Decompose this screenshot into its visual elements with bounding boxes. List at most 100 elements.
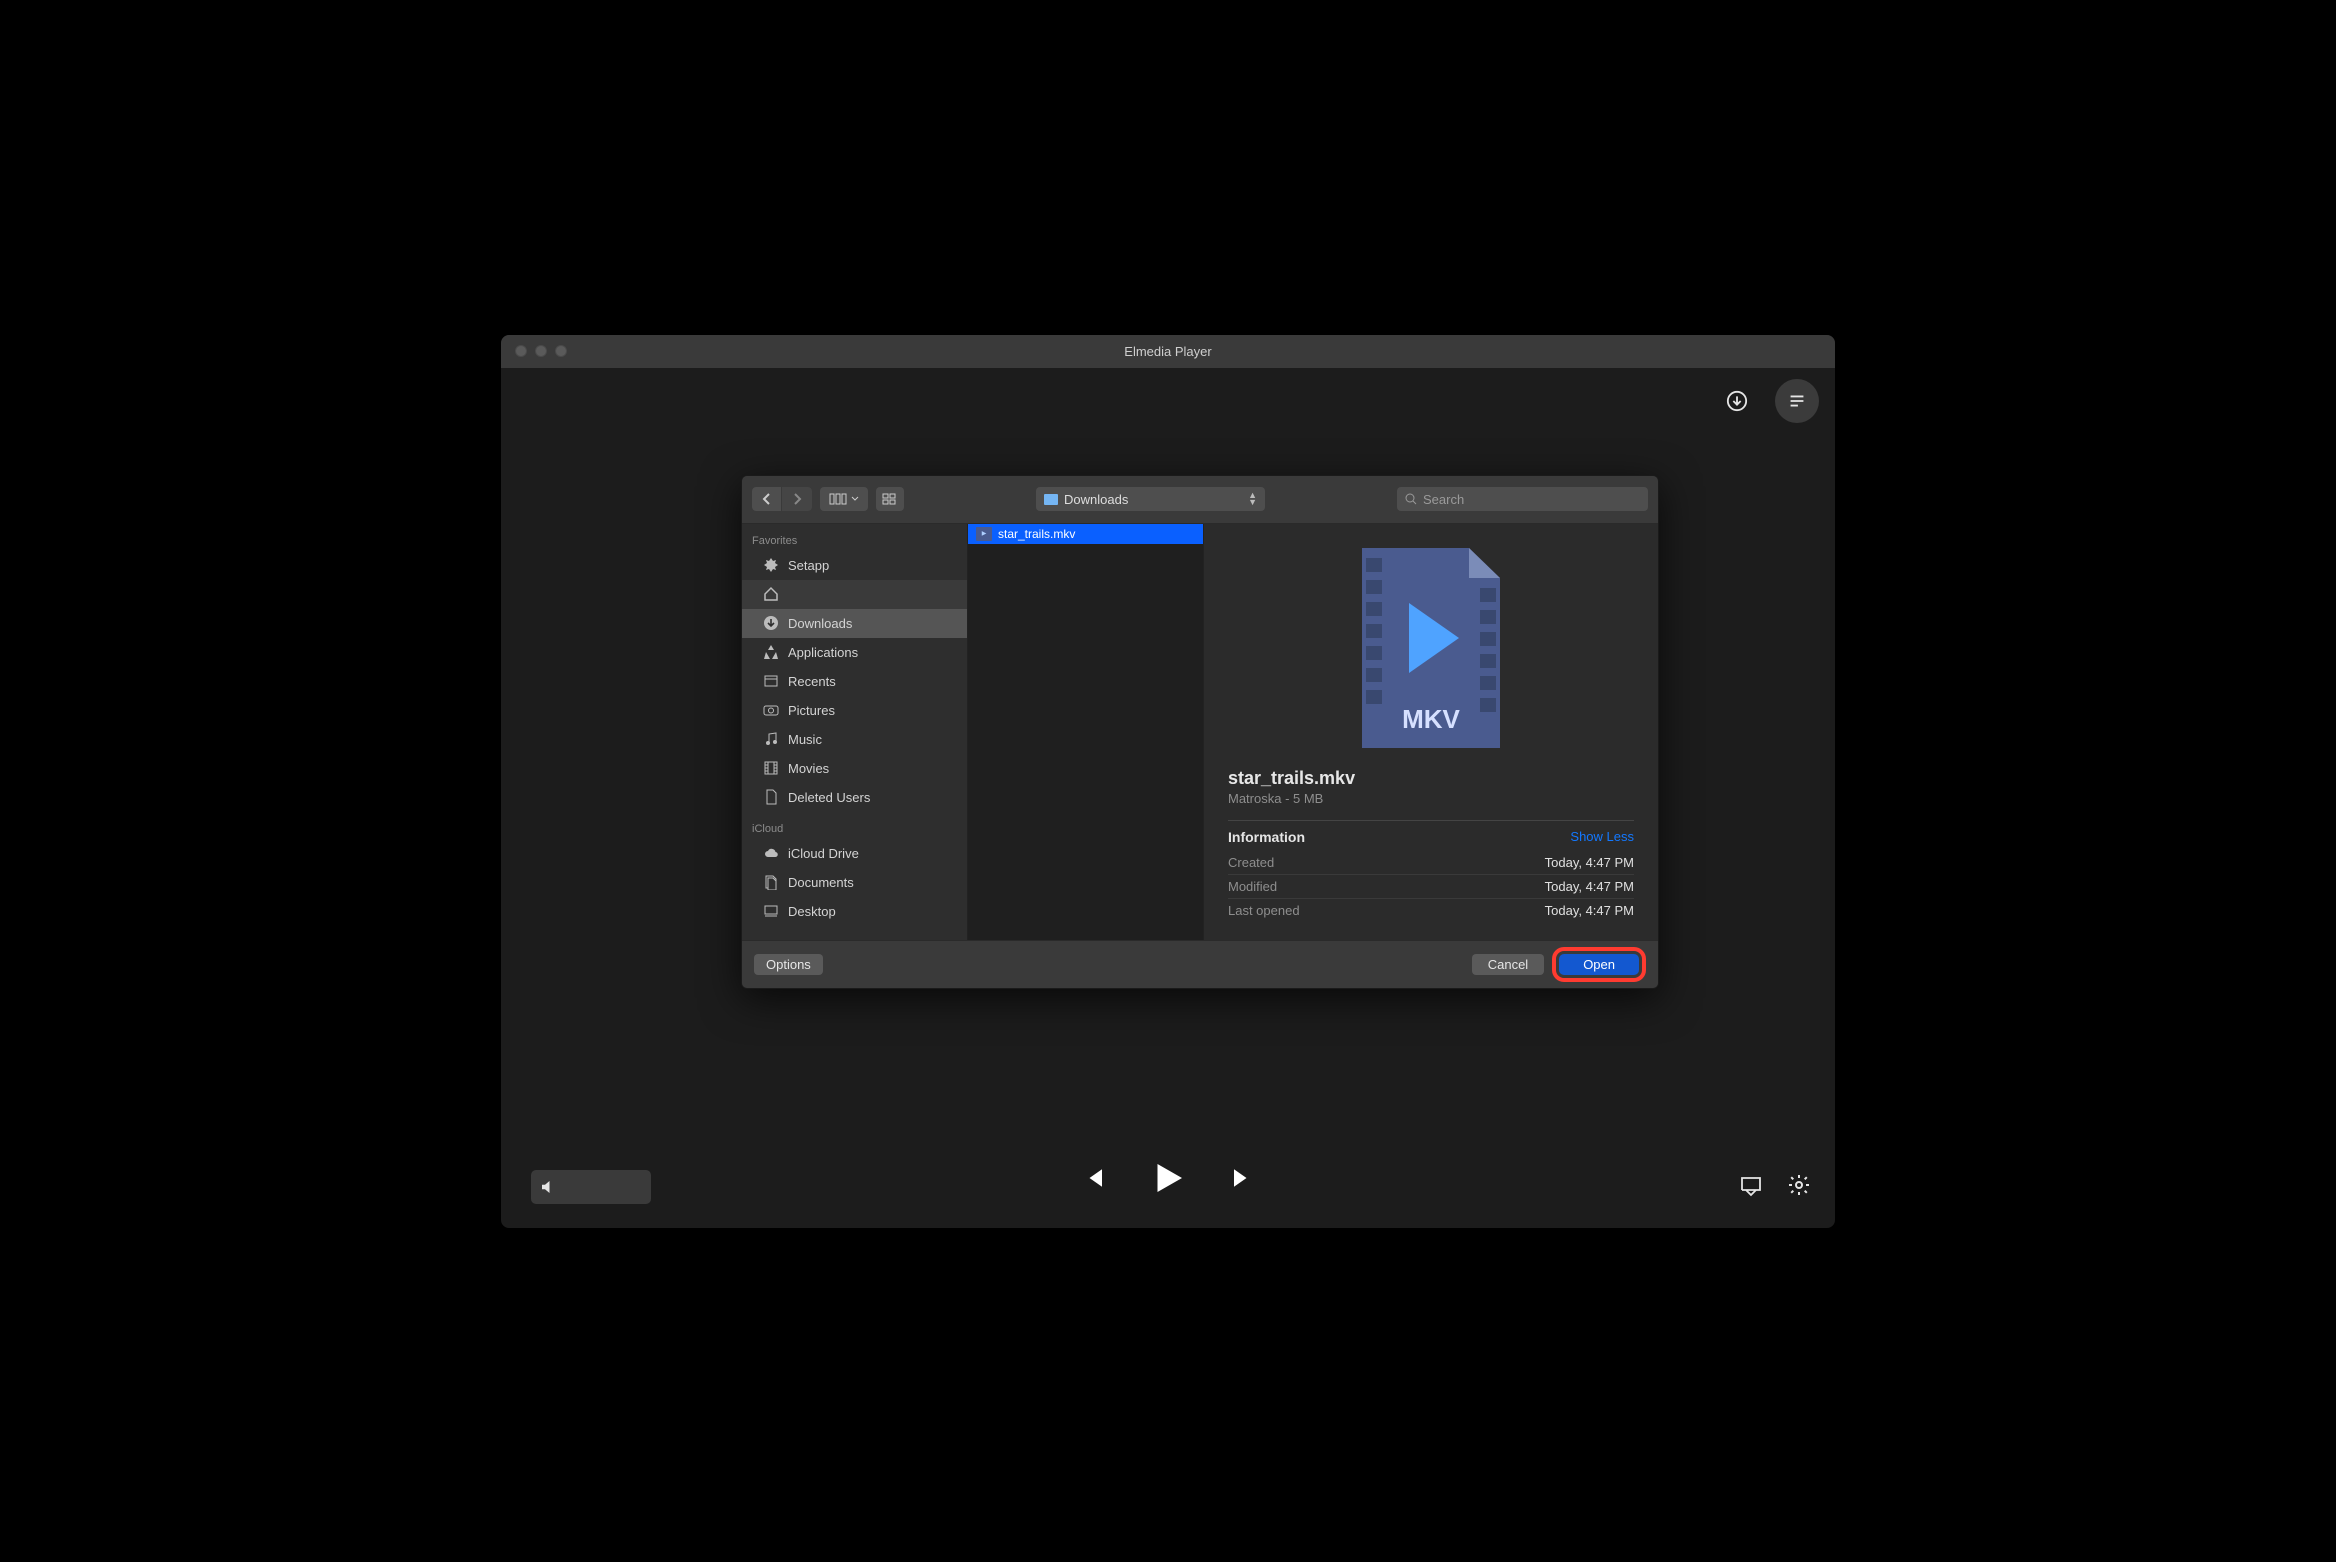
sidebar-item-label: Downloads — [788, 616, 852, 631]
info-row: Last opened Today, 4:47 PM — [1228, 898, 1634, 922]
window-title: Elmedia Player — [501, 344, 1835, 359]
settings-button[interactable] — [1787, 1173, 1811, 1202]
info-heading: Information — [1228, 829, 1305, 845]
chevron-left-icon — [762, 493, 772, 505]
apps-icon — [762, 644, 780, 660]
file-name: star_trails.mkv — [998, 527, 1075, 541]
search-placeholder: Search — [1423, 492, 1464, 507]
camera-icon — [762, 702, 780, 718]
app-window: Elmedia Player — [499, 333, 1837, 1230]
titlebar: Elmedia Player — [501, 335, 1835, 368]
info-value: Today, 4:47 PM — [1545, 903, 1634, 918]
sidebar-item-label: Deleted Users — [788, 790, 870, 805]
download-icon — [762, 615, 780, 631]
dialog-toolbar: Downloads ▲▼ Search — [742, 476, 1658, 524]
open-file-dialog: Downloads ▲▼ Search Favorites Setapp Downl… — [741, 475, 1659, 989]
gear-icon — [1787, 1173, 1811, 1197]
sidebar-item-label: Setapp — [788, 558, 829, 573]
airplay-icon — [1739, 1173, 1763, 1197]
sidebar-item-applications[interactable]: Applications — [742, 638, 967, 667]
bottom-right-controls — [1739, 1173, 1811, 1202]
preview-filename: star_trails.mkv — [1228, 768, 1634, 789]
home-icon — [762, 586, 780, 602]
info-value: Today, 4:47 PM — [1545, 855, 1634, 870]
open-button[interactable]: Open — [1559, 954, 1639, 975]
airplay-button[interactable] — [1739, 1173, 1763, 1202]
top-controls — [1715, 379, 1819, 423]
group-button[interactable] — [876, 487, 904, 511]
doc-icon — [762, 789, 780, 805]
nav-group — [752, 487, 812, 511]
sidebar-item-icloud-drive[interactable]: iCloud Drive — [742, 839, 967, 868]
playlist-icon — [1786, 390, 1808, 412]
preview-subtitle: Matroska - 5 MB — [1228, 791, 1634, 806]
sidebar-item-label: Applications — [788, 645, 858, 660]
open-button-highlight: Open — [1552, 947, 1646, 982]
updown-icon: ▲▼ — [1248, 492, 1257, 506]
search-icon — [1405, 493, 1417, 505]
sidebar-item-label: Pictures — [788, 703, 835, 718]
cloud-icon — [762, 845, 780, 861]
setapp-icon — [762, 557, 780, 573]
file-thumb-icon: ▶ — [976, 527, 992, 541]
sidebar-item-label: Desktop — [788, 904, 836, 919]
forward-button[interactable] — [782, 487, 812, 511]
sidebar-item-deleted-users[interactable]: Deleted Users — [742, 783, 967, 812]
file-column: ▶ star_trails.mkv — [968, 524, 1204, 940]
info-row: Modified Today, 4:47 PM — [1228, 874, 1634, 898]
options-button[interactable]: Options — [754, 954, 823, 975]
info-value: Today, 4:47 PM — [1545, 879, 1634, 894]
chevron-right-icon — [792, 493, 802, 505]
dialog-footer: Options Cancel Open — [742, 940, 1658, 988]
preview-icon-label: MKV — [1402, 704, 1460, 734]
dialog-sidebar: Favorites Setapp Downloads Applications Rece… — [742, 524, 968, 940]
search-field[interactable]: Search — [1397, 487, 1648, 511]
next-button[interactable] — [1229, 1163, 1259, 1198]
sidebar-item-label: Movies — [788, 761, 829, 776]
group-icon — [882, 493, 898, 505]
sidebar-item-setapp[interactable]: Setapp — [742, 551, 967, 580]
file-row[interactable]: ▶ star_trails.mkv — [968, 524, 1203, 544]
download-circle-icon — [1726, 390, 1748, 412]
desktop-icon — [762, 903, 780, 919]
sidebar-item-home[interactable] — [742, 580, 967, 609]
info-key: Last opened — [1228, 903, 1300, 918]
sidebar-item-recents[interactable]: Recents — [742, 667, 967, 696]
sidebar-section-label: Favorites — [742, 524, 967, 551]
sidebar-item-label: Recents — [788, 674, 836, 689]
sidebar-item-desktop[interactable]: Desktop — [742, 897, 967, 926]
view-mode-button[interactable] — [820, 487, 868, 511]
location-dropdown[interactable]: Downloads ▲▼ — [1036, 487, 1265, 511]
sidebar-item-music[interactable]: Music — [742, 725, 967, 754]
chevron-down-icon — [851, 496, 859, 502]
recents-icon — [762, 673, 780, 689]
sidebar-item-pictures[interactable]: Pictures — [742, 696, 967, 725]
sidebar-item-label: Documents — [788, 875, 854, 890]
columns-icon — [829, 493, 849, 505]
skip-previous-icon — [1077, 1163, 1107, 1193]
sidebar-item-movies[interactable]: Movies — [742, 754, 967, 783]
music-icon — [762, 731, 780, 747]
play-icon — [1147, 1157, 1189, 1199]
sidebar-section-label: iCloud — [742, 812, 967, 839]
skip-next-icon — [1229, 1163, 1259, 1193]
info-row: Created Today, 4:47 PM — [1228, 851, 1634, 874]
location-label: Downloads — [1064, 492, 1128, 507]
info-key: Modified — [1228, 879, 1277, 894]
play-button[interactable] — [1147, 1157, 1189, 1204]
info-key: Created — [1228, 855, 1274, 870]
downloads-button[interactable] — [1715, 379, 1759, 423]
playback-controls — [501, 1157, 1835, 1204]
previous-button[interactable] — [1077, 1163, 1107, 1198]
film-icon — [762, 760, 780, 776]
sidebar-item-documents[interactable]: Documents — [742, 868, 967, 897]
back-button[interactable] — [752, 487, 782, 511]
sidebar-item-label: iCloud Drive — [788, 846, 859, 861]
cancel-button[interactable]: Cancel — [1472, 954, 1544, 975]
documents-icon — [762, 874, 780, 890]
sidebar-item-label: Music — [788, 732, 822, 747]
sidebar-item-downloads[interactable]: Downloads — [742, 609, 967, 638]
show-less-link[interactable]: Show Less — [1570, 829, 1634, 844]
playlist-button[interactable] — [1775, 379, 1819, 423]
preview-file-icon: MKV — [1354, 548, 1508, 748]
